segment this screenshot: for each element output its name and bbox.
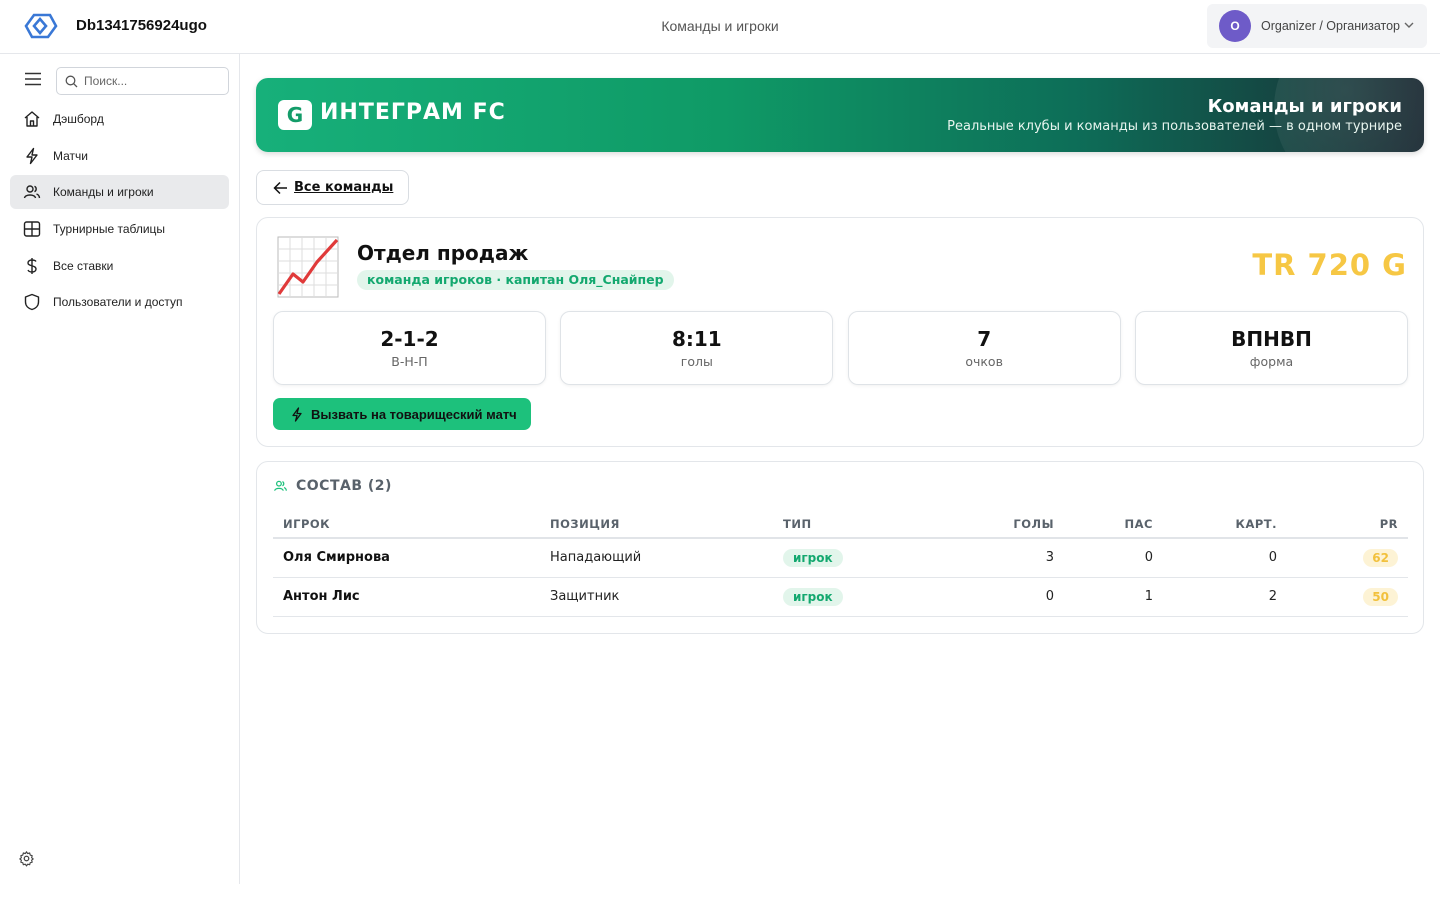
arrow-left-icon xyxy=(273,181,287,194)
shield-icon xyxy=(24,294,40,311)
hero-subtitle: Реальные клубы и команды из пользователе… xyxy=(947,119,1402,134)
sidebar-nav: Дэшборд Матчи Команды и игроки Турнирные… xyxy=(10,102,229,322)
home-icon xyxy=(24,111,40,127)
table-row[interactable]: Оля Смирнова Нападающий игрок 3 0 0 62 xyxy=(273,538,1408,578)
challenge-friendly-button[interactable]: Вызвать на товарищеский матч xyxy=(273,398,531,430)
stat-form: ВПНВП форма xyxy=(1134,311,1408,385)
all-teams-button[interactable]: Все команды xyxy=(256,170,409,205)
chevron-down-icon xyxy=(1404,22,1414,28)
lightning-icon xyxy=(26,147,38,164)
column-header[interactable]: ТИП xyxy=(773,510,913,539)
roster-title: СОСТАВ (2) xyxy=(296,478,392,494)
gear-icon[interactable] xyxy=(18,850,35,867)
stat-value: 2-1-2 xyxy=(380,327,439,351)
player-assists: 0 xyxy=(1064,538,1163,578)
sidebar-item-label: Пользователи и доступ xyxy=(53,295,183,310)
player-goals: 3 xyxy=(913,538,1064,578)
stat-label: очков xyxy=(965,354,1003,369)
sidebar-item-label: Дэшборд xyxy=(53,112,104,126)
search-icon xyxy=(65,75,78,87)
brand-name: ИНТЕГРАМ FC xyxy=(320,100,506,125)
stat-record: 2-1-2 В-Н-П xyxy=(273,311,546,385)
column-header[interactable]: ГОЛЫ xyxy=(913,510,1064,539)
player-name[interactable]: Антон Лис xyxy=(273,577,540,617)
roster-card: СОСТАВ (2) ИГРОК ПОЗИЦИЯ ТИП ГОЛЫ ПАС КА… xyxy=(256,461,1424,634)
roster-table: ИГРОК ПОЗИЦИЯ ТИП ГОЛЫ ПАС КАРТ. PR Оля … xyxy=(273,510,1408,617)
player-name[interactable]: Оля Смирнова xyxy=(273,538,540,578)
sidebar-item-matches[interactable]: Матчи xyxy=(10,139,229,173)
stat-value: 8:11 xyxy=(671,327,722,351)
team-balance: TR 720 G xyxy=(1252,248,1407,282)
column-header[interactable]: ПОЗИЦИЯ xyxy=(540,510,773,539)
table-icon xyxy=(23,221,41,237)
search-box[interactable] xyxy=(56,67,229,95)
hero-title: Команды и игроки xyxy=(1207,96,1402,117)
search-input[interactable] xyxy=(84,74,224,88)
sidebar-item-standings[interactable]: Турнирные таблицы xyxy=(10,212,229,246)
brand-logo: G xyxy=(278,100,312,130)
lightning-icon xyxy=(292,406,302,422)
sidebar: Дэшборд Матчи Команды и игроки Турнирные… xyxy=(0,54,240,884)
table-row[interactable]: Антон Лис Защитник игрок 0 1 2 50 xyxy=(273,577,1408,617)
users-icon xyxy=(23,185,41,199)
challenge-label: Вызвать на товарищеский матч xyxy=(311,406,517,422)
stat-value: 7 xyxy=(977,327,992,351)
sidebar-item-label: Все ставки xyxy=(53,258,114,273)
roster-header: СОСТАВ (2) xyxy=(273,478,392,494)
player-cards: 2 xyxy=(1163,577,1287,617)
column-header[interactable]: PR xyxy=(1287,510,1408,539)
team-card: Отдел продаж команда игроков · капитан О… xyxy=(256,217,1424,447)
team-stats: 2-1-2 В-Н-П 8:11 голы 7 очков ВПНВП форм… xyxy=(273,311,1408,385)
avatar: O xyxy=(1219,10,1251,42)
users-icon xyxy=(274,480,287,491)
player-goals: 0 xyxy=(913,577,1064,617)
player-cards: 0 xyxy=(1163,538,1287,578)
sidebar-item-bets[interactable]: Все ставки xyxy=(10,249,229,283)
team-tag: команда игроков · капитан Оля_Снайпер xyxy=(357,270,674,290)
team-name: Отдел продаж xyxy=(357,241,529,265)
stat-value: ВПНВП xyxy=(1231,327,1312,351)
stat-goals: 8:11 голы xyxy=(560,311,834,385)
column-header[interactable]: ИГРОК xyxy=(273,510,540,539)
player-pr-badge: 62 xyxy=(1363,548,1398,567)
column-header[interactable]: КАРТ. xyxy=(1163,510,1287,539)
sidebar-item-teams[interactable]: Команды и игроки xyxy=(10,175,229,210)
table-header-row: ИГРОК ПОЗИЦИЯ ТИП ГОЛЫ ПАС КАРТ. PR xyxy=(273,510,1408,539)
stat-label: форма xyxy=(1249,354,1294,369)
chart-increasing-icon xyxy=(277,236,339,298)
stat-label: голы xyxy=(680,354,713,369)
player-type-badge: игрок xyxy=(783,548,843,567)
player-position: Нападающий xyxy=(540,538,773,578)
player-type-badge: игрок xyxy=(783,587,843,606)
sidebar-item-label: Команды и игроки xyxy=(53,185,154,200)
column-header[interactable]: ПАС xyxy=(1064,510,1163,539)
top-bar: Db1341756924ugo Команды и игроки O Organ… xyxy=(0,0,1440,54)
user-name: Organizer / Организатор xyxy=(1261,19,1400,33)
sidebar-item-users-access[interactable]: Пользователи и доступ xyxy=(10,285,229,319)
stat-label: В-Н-П xyxy=(391,354,428,369)
player-pr-badge: 50 xyxy=(1363,587,1398,606)
hero-banner: G ИНТЕГРАМ FC Команды и игроки Реальные … xyxy=(256,78,1424,152)
sidebar-item-label: Турнирные таблицы xyxy=(53,222,166,237)
player-position: Защитник xyxy=(540,577,773,617)
sidebar-item-label: Матчи xyxy=(53,148,88,163)
user-menu-button[interactable]: O Organizer / Организатор xyxy=(1207,4,1427,48)
stat-points: 7 очков xyxy=(847,311,1121,385)
dollar-icon xyxy=(27,257,37,274)
player-assists: 1 xyxy=(1064,577,1163,617)
menu-icon[interactable] xyxy=(24,72,42,86)
sidebar-item-dashboard[interactable]: Дэшборд xyxy=(10,102,229,136)
all-teams-label: Все команды xyxy=(294,180,394,195)
